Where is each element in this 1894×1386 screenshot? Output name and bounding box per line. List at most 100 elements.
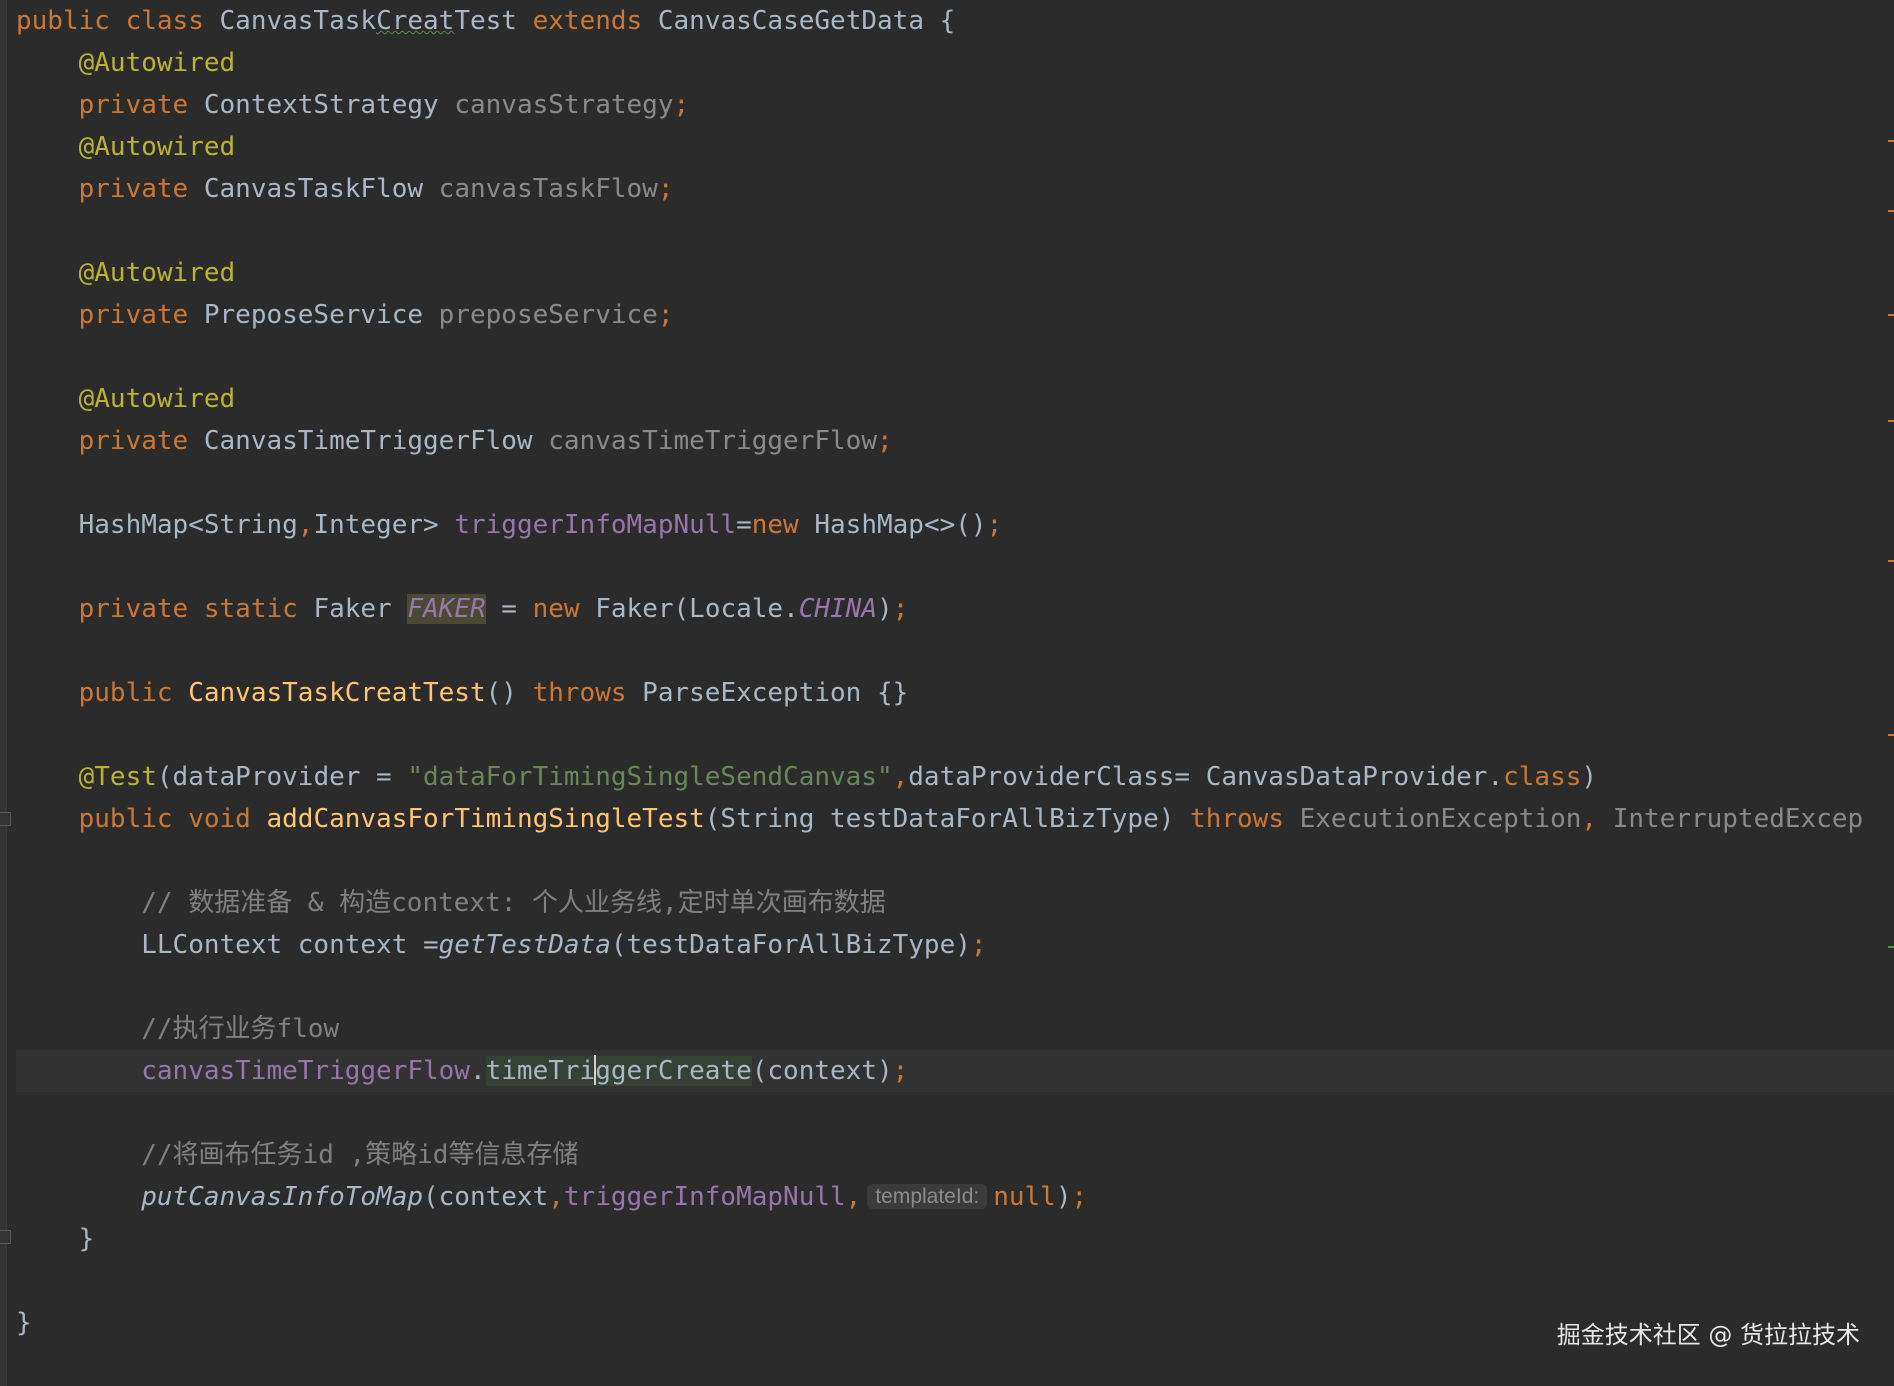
call-args: (context <box>423 1182 549 1212</box>
keyword: static <box>203 594 298 624</box>
code-line-constructor[interactable]: public CanvasTaskCreatTest() throws Pars… <box>16 672 1894 714</box>
method-params: (String testDataForAllBizType) <box>704 804 1191 834</box>
parameter-hint: templateId: <box>867 1184 988 1209</box>
semicolon: ; <box>970 930 987 960</box>
constructor-name: CanvasTaskCreatTest <box>188 678 486 708</box>
brace: } <box>16 1308 32 1338</box>
code-line[interactable]: LLContext context =getTestData(testDataF… <box>16 924 1894 966</box>
parent-class-name: CanvasCaseGetData <box>657 6 924 36</box>
code-line[interactable]: private ContextStrategy canvasStrategy; <box>16 84 1894 126</box>
code-line-class-declaration[interactable]: public class CanvasTaskCreatTest extends… <box>16 0 1894 42</box>
keyword: public <box>16 6 110 36</box>
semicolon: ; <box>673 90 690 120</box>
code-line[interactable]: @Autowired <box>16 42 1894 84</box>
dot: . <box>469 1056 486 1086</box>
code-line[interactable]: } <box>16 1218 1894 1260</box>
annotation-args: (dataProvider = <box>156 762 408 792</box>
type-name: Integer> <box>313 510 455 540</box>
constructor-call: HashMap<>() <box>798 510 987 540</box>
fold-marker-icon[interactable] <box>0 1230 11 1244</box>
keyword: public <box>78 678 173 708</box>
static-field-highlighted: FAKER <box>407 594 486 624</box>
code-line[interactable]: @Autowired <box>16 378 1894 420</box>
keyword: private <box>78 594 189 624</box>
call-args: (context) <box>751 1056 893 1086</box>
code-line[interactable]: HashMap<String,Integer> triggerInfoMapNu… <box>16 504 1894 546</box>
type-name: CanvasTimeTriggerFlow <box>203 426 533 456</box>
field-name: canvasStrategy <box>454 90 674 120</box>
code-line[interactable]: private CanvasTaskFlow canvasTaskFlow; <box>16 168 1894 210</box>
scrollbar-marker[interactable] <box>1888 420 1894 422</box>
annotation: @Autowired <box>78 132 236 162</box>
operator: = <box>736 510 752 540</box>
code-line-comment[interactable]: //将画布任务id ,策略id等信息存储 <box>16 1134 1894 1176</box>
watermark-text: 掘金技术社区 @ 货拉拉技术 <box>1556 1321 1860 1349</box>
fold-marker-icon[interactable] <box>0 812 11 826</box>
code-line-empty[interactable] <box>16 966 1894 1008</box>
code-line-empty[interactable] <box>16 546 1894 588</box>
class-name-typo: Creat <box>376 6 455 36</box>
brace: { <box>923 6 956 36</box>
keyword: private <box>78 300 189 330</box>
constructor-call: Faker(Locale. <box>595 594 799 624</box>
code-line-comment[interactable]: // 数据准备 & 构造context: 个人业务线,定时单次画布数据 <box>16 882 1894 924</box>
scrollbar-marker[interactable] <box>1888 560 1894 562</box>
keyword: throws <box>1190 804 1284 834</box>
field-name: triggerInfoMapNull <box>454 510 737 540</box>
semicolon: ; <box>892 594 909 624</box>
code-line[interactable]: private CanvasTimeTriggerFlow canvasTime… <box>16 420 1894 462</box>
code-line-current[interactable]: canvasTimeTriggerFlow.timeTriggerCreate(… <box>16 1050 1894 1092</box>
code-line[interactable]: putCanvasInfoToMap(context,triggerInfoMa… <box>16 1176 1894 1218</box>
field-name: preposeService <box>438 300 658 330</box>
comment: //执行业务flow <box>141 1014 340 1044</box>
brace: {} <box>861 678 909 708</box>
scrollbar-marker[interactable] <box>1888 314 1894 316</box>
variable-declaration: LLContext context = <box>141 930 439 960</box>
code-line-empty[interactable] <box>16 630 1894 672</box>
code-line-empty[interactable] <box>16 840 1894 882</box>
code-line-comment[interactable]: //执行业务flow <box>16 1008 1894 1050</box>
keyword: private <box>78 90 189 120</box>
keyword: class <box>1503 762 1582 792</box>
code-line-empty[interactable] <box>16 1092 1894 1134</box>
code-line[interactable]: @Autowired <box>16 126 1894 168</box>
call-args: (testDataForAllBizType) <box>610 930 971 960</box>
field-name: canvasTimeTriggerFlow <box>141 1056 470 1086</box>
type-name: Faker <box>313 594 392 624</box>
code-line-empty[interactable] <box>16 210 1894 252</box>
code-line-empty[interactable] <box>16 336 1894 378</box>
code-line-empty[interactable] <box>16 714 1894 756</box>
code-line[interactable]: private static Faker FAKER = new Faker(L… <box>16 588 1894 630</box>
field-name: canvasTaskFlow <box>438 174 658 204</box>
annotation: @Autowired <box>78 48 236 78</box>
annotation-args: dataProviderClass= CanvasDataProvider. <box>908 762 1504 792</box>
scrollbar-marker[interactable] <box>1888 210 1894 212</box>
keyword: class <box>125 6 204 36</box>
keyword: public <box>78 804 173 834</box>
code-line-empty[interactable] <box>16 462 1894 504</box>
code-line-method-signature[interactable]: public void addCanvasForTimingSingleTest… <box>16 798 1894 840</box>
editor-gutter[interactable] <box>0 0 7 1386</box>
scrollbar-marker[interactable] <box>1888 734 1894 736</box>
static-method-call: putCanvasInfoToMap <box>141 1182 423 1212</box>
code-line[interactable]: @Autowired <box>16 252 1894 294</box>
code-line[interactable]: private PreposeService preposeService; <box>16 294 1894 336</box>
scrollbar-marker[interactable] <box>1888 946 1894 948</box>
keyword: extends <box>532 6 643 36</box>
scrollbar-marker[interactable] <box>1888 140 1894 142</box>
annotation: @Autowired <box>78 258 236 288</box>
code-line-empty[interactable] <box>16 1260 1894 1302</box>
paren: ) <box>877 594 893 624</box>
code-area[interactable]: public class CanvasTaskCreatTest extends… <box>16 0 1894 1344</box>
comma: , <box>845 1182 862 1212</box>
code-line-test-annotation[interactable]: @Test(dataProvider = "dataForTimingSingl… <box>16 756 1894 798</box>
code-editor[interactable]: public class CanvasTaskCreatTest extends… <box>0 0 1894 1386</box>
class-name-part: Test <box>454 6 517 36</box>
keyword: private <box>78 174 189 204</box>
semicolon: ; <box>1071 1182 1088 1212</box>
keyword: null <box>993 1182 1056 1212</box>
field-name: canvasTimeTriggerFlow <box>548 426 877 456</box>
paren: () <box>485 678 533 708</box>
semicolon: ; <box>657 174 674 204</box>
exception-type: ExecutionException <box>1299 804 1582 834</box>
